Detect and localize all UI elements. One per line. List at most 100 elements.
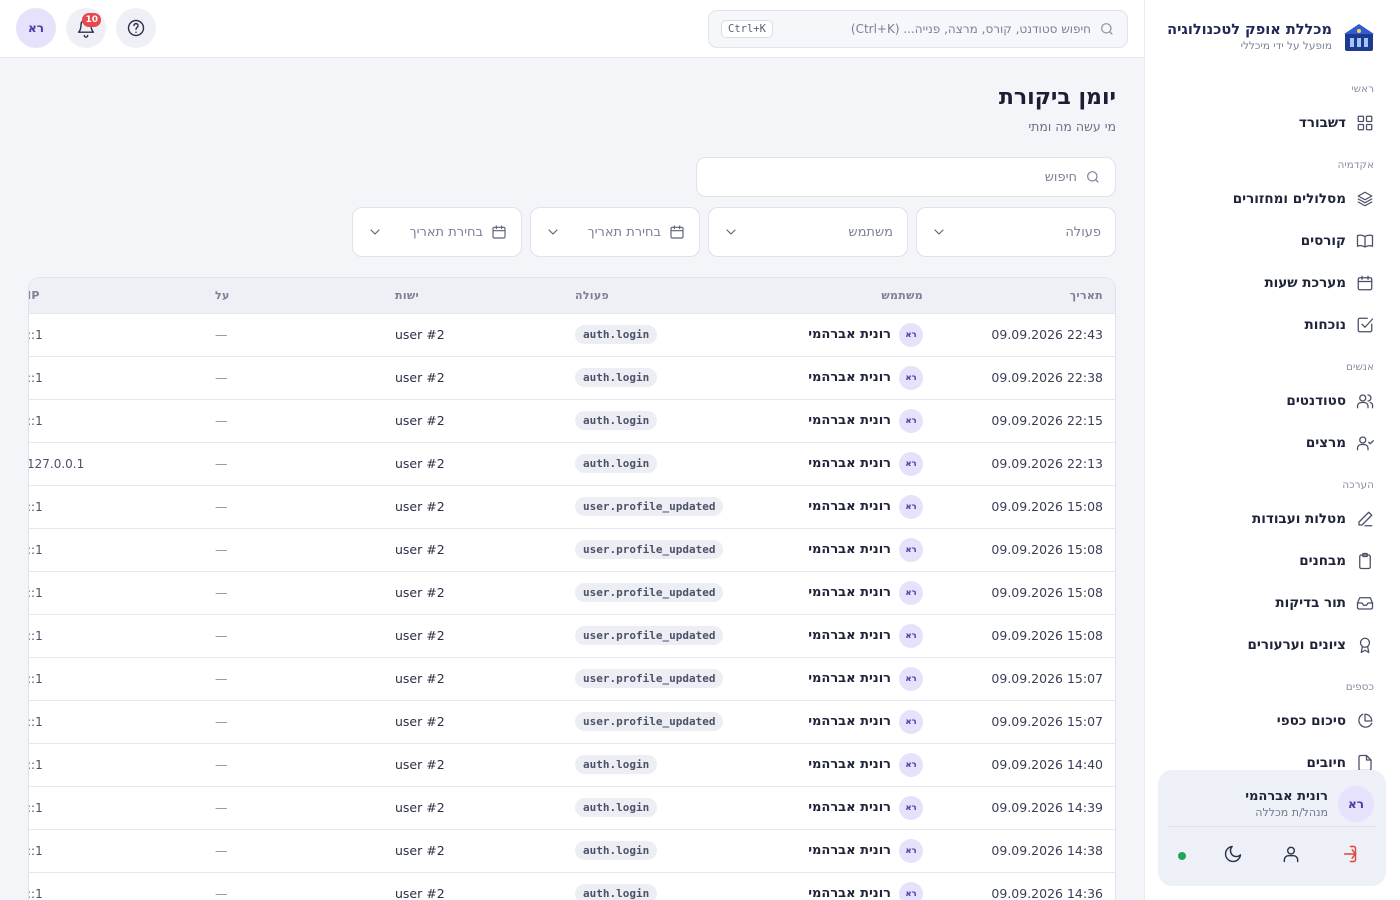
user-menu-button[interactable]: רא [16,8,56,48]
global-search[interactable]: Ctrl+K [708,10,1128,48]
sidebar-item-exams[interactable]: מבחנים [1145,540,1400,582]
cell-user-name: רונית אברהמי [808,843,891,858]
audit-search[interactable] [696,157,1116,197]
table-row[interactable]: 09.09.2026 15:08 רא רונית אברהמי user.profi… [29,528,1115,571]
cell-user: רא רונית אברהמי [755,829,935,872]
table-row[interactable]: 09.09.2026 15:08 רא רונית אברהמי user.profi… [29,571,1115,614]
table-row[interactable]: 09.09.2026 14:39 רא רונית אברהמי auth.login… [29,786,1115,829]
cell-target: — [215,499,228,514]
cell-target: — [215,542,228,557]
table-row[interactable]: 09.09.2026 14:36 רא רונית אברהמי auth.login… [29,872,1115,900]
cell-date: 09.09.2026 15:08 [991,542,1103,557]
help-button[interactable] [116,8,156,48]
column-header-ip[interactable]: IP [29,278,215,313]
action-filter-select[interactable]: פעולה [916,207,1116,257]
sidebar-item-tracks[interactable]: מסלולים ומחזורים [1145,178,1400,220]
cell-date: 09.09.2026 22:13 [991,456,1103,471]
table-row[interactable]: 09.09.2026 14:38 רא רונית אברהמי auth.login… [28,829,1115,872]
chevron-down-icon [934,229,944,235]
action-badge: auth.login [575,755,658,774]
cell-user-name: רונית אברהמי [808,886,891,900]
action-badge: user.profile_updated [575,583,724,602]
cell-action: auth.login [575,399,755,442]
cell-ip: 127.0.0.1 [28,456,85,471]
sidebar-item-finance-summary[interactable]: סיכום כספי [1145,700,1400,742]
cell-action: user.profile_updated [575,657,755,700]
avatar: רא [899,795,923,820]
cell-user: רא רונית אברהמי [755,657,935,700]
table-row[interactable]: 09.09.2026 22:15 רא רונית אברהמי auth.login… [29,399,1115,442]
sidebar-item-attendance[interactable]: נוכחות [1145,304,1400,346]
avatar: רא [899,494,923,519]
sidebar-item-dashboard[interactable]: דשבורד [1145,102,1400,144]
sidebar-item-label: נוכחות [1304,317,1346,333]
book-icon [1356,234,1374,248]
user-filter-select[interactable]: משתמש [708,207,908,257]
sidebar-item-label: סיכום כספי [1276,713,1346,729]
profile-button[interactable] [1281,844,1301,868]
logout-button[interactable] [1338,844,1358,868]
nav-section-assessment: הערכה [1342,479,1374,491]
column-header-action[interactable]: פעולה [575,278,755,313]
date-to-picker[interactable]: בחירת תאריך [352,207,522,257]
audit-search-input[interactable] [711,169,1077,185]
table-row[interactable]: 09.09.2026 22:13 רא רונית אברהמי auth.login… [28,442,1115,485]
sidebar-item-schedule[interactable]: מערכת שעות [1145,262,1400,304]
college-logo-icon [1344,24,1374,51]
cell-date: 09.09.2026 14:39 [991,800,1103,815]
help-icon [127,19,145,37]
sidebar-item-courses[interactable]: קורסים [1145,220,1400,262]
column-header-target[interactable]: על [215,278,395,313]
table-row[interactable]: 09.09.2026 22:43 רא רונית אברהמי auth.login… [28,313,1115,356]
avatar[interactable]: רא [1338,785,1374,822]
cell-user: רא רונית אברהמי [755,743,935,786]
table-row[interactable]: 09.09.2026 15:08 רא רונית אברהמי user.profi… [29,614,1115,657]
sidebar-item-label: מבחנים [1299,553,1346,569]
brand[interactable]: מכללת אופק לטכנולוגיה מופעל על ידי מיכלל… [1167,20,1376,54]
cell-entity: user #2 [395,800,445,815]
dark-mode-toggle[interactable] [1223,844,1243,868]
online-status-dot [1178,852,1187,860]
cell-action: auth.login [575,872,755,900]
action-badge: auth.login [575,841,658,860]
table-row[interactable]: 09.09.2026 15:08 רא רונית אברהמי user.profi… [29,485,1115,528]
notifications-button[interactable]: 10 [66,8,106,48]
sidebar-item-lecturers[interactable]: מרצים [1145,422,1400,464]
cell-target: — [215,413,228,428]
column-header-user[interactable]: משתמש [755,278,935,313]
cell-date: 09.09.2026 15:08 [991,499,1103,514]
global-search-input[interactable] [780,22,1091,36]
table-row[interactable]: 09.09.2026 22:38 רא רונית אברהמי auth.login… [29,356,1115,399]
column-header-date[interactable]: תאריך [935,278,1115,313]
calendar-icon [492,225,506,239]
table-row[interactable]: 09.09.2026 14:40 רא רונית אברהמי auth.login… [29,743,1115,786]
user-filter-label: משתמש [848,224,893,240]
cell-target: — [215,628,228,643]
action-badge: user.profile_updated [575,626,724,645]
table-row[interactable]: 09.09.2026 15:07 רא רונית אברהמי user.profi… [28,657,1115,700]
cell-user: רא רונית אברהמי [755,872,935,900]
user-icon [1283,846,1299,863]
chevron-down-icon [370,229,380,235]
sidebar-item-assignments[interactable]: מטלות ועבודות [1145,498,1400,540]
sidebar-item-grading-queue[interactable]: תור בדיקות [1145,582,1400,624]
column-header-entity[interactable]: ישות [395,278,575,313]
cell-ip: ::1 [28,843,43,858]
avatar: רא [899,365,923,390]
users-icon [1356,394,1374,409]
cell-user-name: רונית אברהמי [808,542,891,557]
sidebar-item-grades[interactable]: ציונים וערעורים [1145,624,1400,666]
cell-user: רא רונית אברהמי [755,786,935,829]
clipboard-icon [1359,552,1371,570]
sidebar-item-students[interactable]: סטודנטים [1145,380,1400,422]
avatar: רא [899,881,923,900]
avatar: רא [899,752,923,777]
user-name: רונית אברהמי [1245,788,1328,804]
calendar-icon [670,225,684,239]
date-from-picker[interactable]: בחירת תאריך [530,207,700,257]
cell-ip: ::1 [28,671,43,686]
page-subtitle: מי עשה מה ומתי [1028,119,1116,134]
action-badge: user.profile_updated [575,497,724,516]
cell-ip: ::1 [28,327,43,342]
table-row[interactable]: 09.09.2026 15:07 רא רונית אברהמי user.profi… [29,700,1115,743]
